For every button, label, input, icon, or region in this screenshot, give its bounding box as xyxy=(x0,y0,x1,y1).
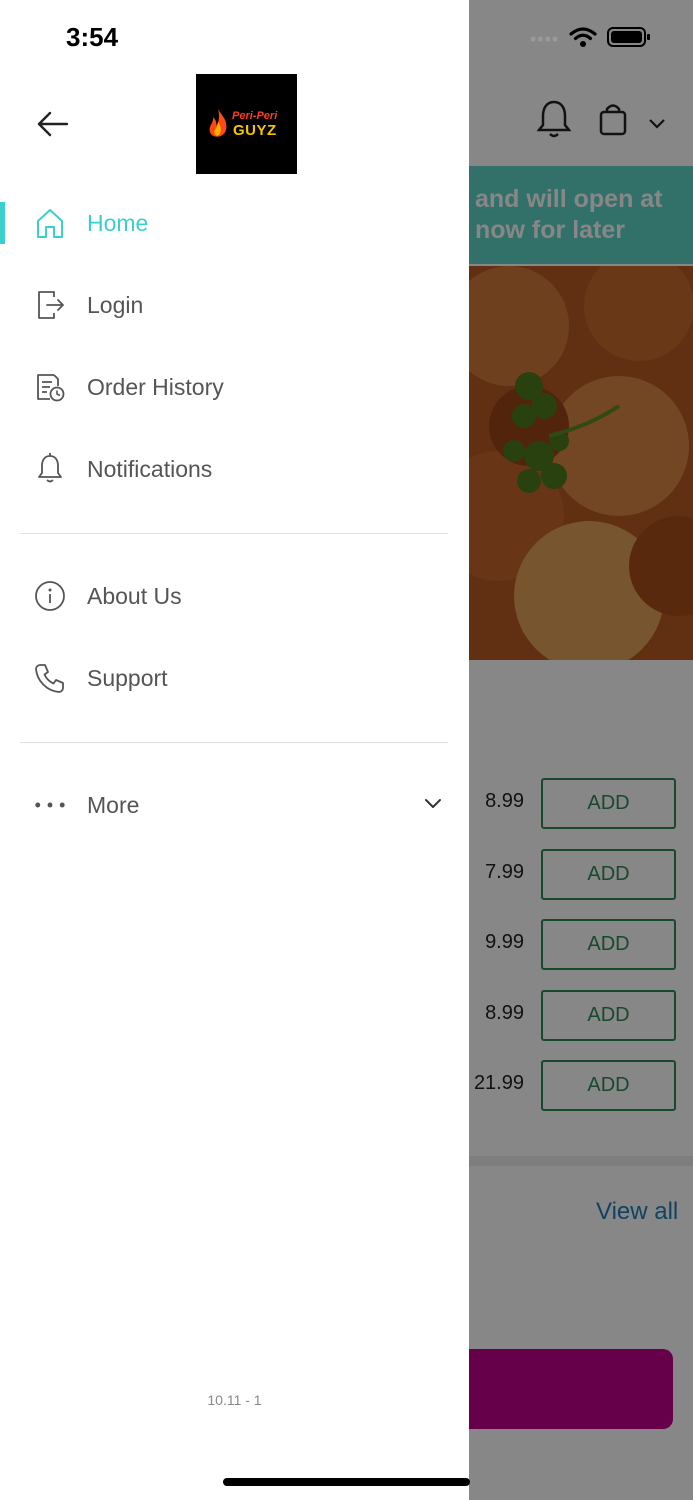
menu-item-label: Support xyxy=(87,664,168,691)
signal-icon: •••• xyxy=(530,28,560,49)
menu-divider xyxy=(20,533,448,534)
navigation-drawer: 3:54 Peri-Peri GUYZ Home Login Order His… xyxy=(0,0,469,1500)
info-icon xyxy=(34,580,66,612)
more-dots-icon xyxy=(34,789,66,821)
logo-text-top: Peri-Peri xyxy=(232,110,278,122)
status-time: 3:54 xyxy=(66,22,119,52)
flame-icon xyxy=(206,108,230,145)
home-icon xyxy=(34,207,66,239)
wifi-icon xyxy=(569,26,597,53)
menu-item-label: About Us xyxy=(87,582,182,609)
menu-item-label: Notifications xyxy=(87,455,213,482)
menu-item-label: Login xyxy=(87,291,144,318)
login-icon xyxy=(34,289,66,321)
menu-item-label: Home xyxy=(87,209,149,236)
menu-item-label: Order History xyxy=(87,373,224,400)
menu-item-notifications[interactable]: Notifications xyxy=(0,439,469,499)
brand-logo: Peri-Peri GUYZ xyxy=(196,74,297,174)
chevron-down-icon[interactable] xyxy=(424,797,442,815)
menu-item-login[interactable]: Login xyxy=(0,275,469,335)
menu-item-home[interactable]: Home xyxy=(0,193,469,253)
menu-item-order-history[interactable]: Order History xyxy=(0,357,469,417)
menu-item-support[interactable]: Support xyxy=(0,648,469,708)
phone-icon xyxy=(34,662,66,694)
status-bar-icons: •••• xyxy=(530,24,651,54)
app-version: 10.11 - 1 xyxy=(207,1392,262,1408)
battery-icon xyxy=(607,26,651,53)
order-history-icon xyxy=(34,371,66,403)
menu-divider xyxy=(20,742,448,743)
logo-text-bottom: GUYZ xyxy=(233,122,277,139)
menu-item-about-us[interactable]: About Us xyxy=(0,566,469,626)
menu-item-label: More xyxy=(87,791,140,818)
back-button[interactable] xyxy=(32,106,74,146)
home-indicator[interactable] xyxy=(223,1478,470,1486)
arrow-left-icon xyxy=(37,111,69,142)
menu-item-more[interactable]: More xyxy=(0,775,469,835)
bell-icon xyxy=(34,453,66,485)
